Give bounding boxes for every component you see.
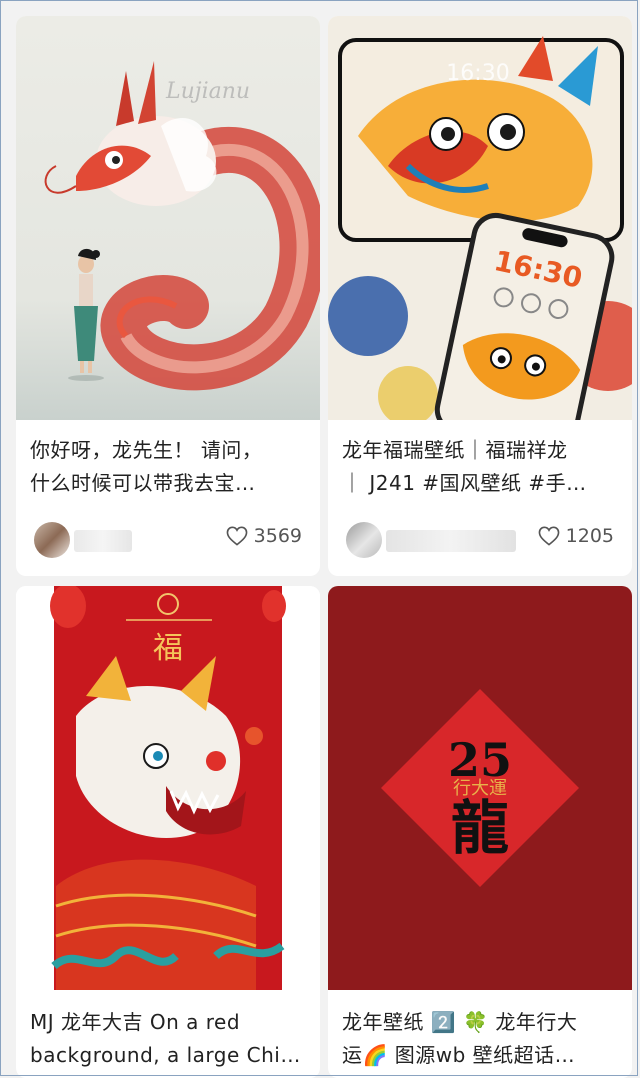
like-button[interactable]: 1205 bbox=[538, 525, 614, 547]
author-name-blurred[interactable] bbox=[74, 530, 132, 552]
card-title[interactable]: 你好呀，龙先生！ 请问， 什么时候可以带我去宝… bbox=[30, 434, 310, 500]
card-title-line: 龙年福瑞壁纸｜福瑞祥龙 bbox=[342, 438, 568, 462]
card-image[interactable]: 16:30 16:30 bbox=[328, 16, 632, 420]
heart-icon bbox=[538, 526, 560, 546]
card-title[interactable]: MJ 龙年大吉 On a red background, a large Chi… bbox=[30, 1006, 310, 1072]
card-image[interactable]: 福 bbox=[16, 586, 320, 990]
red-diamond-couplet: 25 行大運 龍 bbox=[328, 586, 632, 990]
feed-card-1[interactable]: Lujianu 你好呀，龙先生！ 请问， 什么时候可以带我去宝… 3569 bbox=[16, 16, 320, 576]
card-meta: 3569 bbox=[16, 520, 320, 560]
card-title-line: 你好呀，龙先生！ 请问， bbox=[30, 438, 263, 462]
feed-card-4[interactable]: 25 行大運 龍 龙年壁纸 2️⃣ 🍀 龙年行大 运🌈 图源wb 壁纸超话… bbox=[328, 586, 632, 1078]
card-title-line: 运🌈 图源wb 壁纸超话… bbox=[342, 1043, 576, 1067]
card-title-line: ｜ J241 #国风壁纸 #手… bbox=[342, 471, 587, 495]
colorful-dragon-phone-mockup: 16:30 16:30 bbox=[328, 16, 632, 420]
card-title-line: MJ 龙年大吉 On a red bbox=[30, 1010, 241, 1034]
card-title-line: 龙年壁纸 2️⃣ 🍀 龙年行大 bbox=[342, 1010, 578, 1034]
svg-text:Lujianu: Lujianu bbox=[165, 79, 250, 104]
avatar[interactable] bbox=[346, 522, 382, 558]
card-title[interactable]: 龙年壁纸 2️⃣ 🍀 龙年行大 运🌈 图源wb 壁纸超话… bbox=[342, 1006, 622, 1072]
lock-time-large: 16:30 bbox=[446, 61, 509, 86]
fu-character: 福 bbox=[153, 631, 183, 666]
card-meta: 1205 bbox=[328, 520, 632, 560]
card-image[interactable]: Lujianu bbox=[16, 16, 320, 420]
author-name-blurred[interactable] bbox=[386, 530, 516, 552]
heart-icon bbox=[226, 526, 248, 546]
like-count: 1205 bbox=[565, 525, 614, 547]
like-count: 3569 bbox=[253, 525, 302, 547]
card-title[interactable]: 龙年福瑞壁纸｜福瑞祥龙 ｜ J241 #国风壁纸 #手… bbox=[342, 434, 622, 500]
feed-card-3[interactable]: 福 MJ 龙年大吉 On a red background, a large C… bbox=[16, 586, 320, 1078]
red-chinese-dragon-illustration: 福 bbox=[16, 586, 320, 990]
like-button[interactable]: 3569 bbox=[226, 525, 302, 547]
card-title-line: background, a large Chi… bbox=[30, 1043, 301, 1067]
feed-card-2[interactable]: 16:30 16:30 龙年福瑞壁纸｜福瑞祥龙 ｜ J241 #国风壁纸 #手… bbox=[328, 16, 632, 576]
couplet-char: 龍 bbox=[451, 794, 509, 862]
dragon-girl-illustration: Lujianu bbox=[16, 16, 320, 420]
avatar[interactable] bbox=[34, 522, 70, 558]
card-image[interactable]: 25 行大運 龍 bbox=[328, 586, 632, 990]
card-title-line: 什么时候可以带我去宝… bbox=[30, 471, 256, 495]
